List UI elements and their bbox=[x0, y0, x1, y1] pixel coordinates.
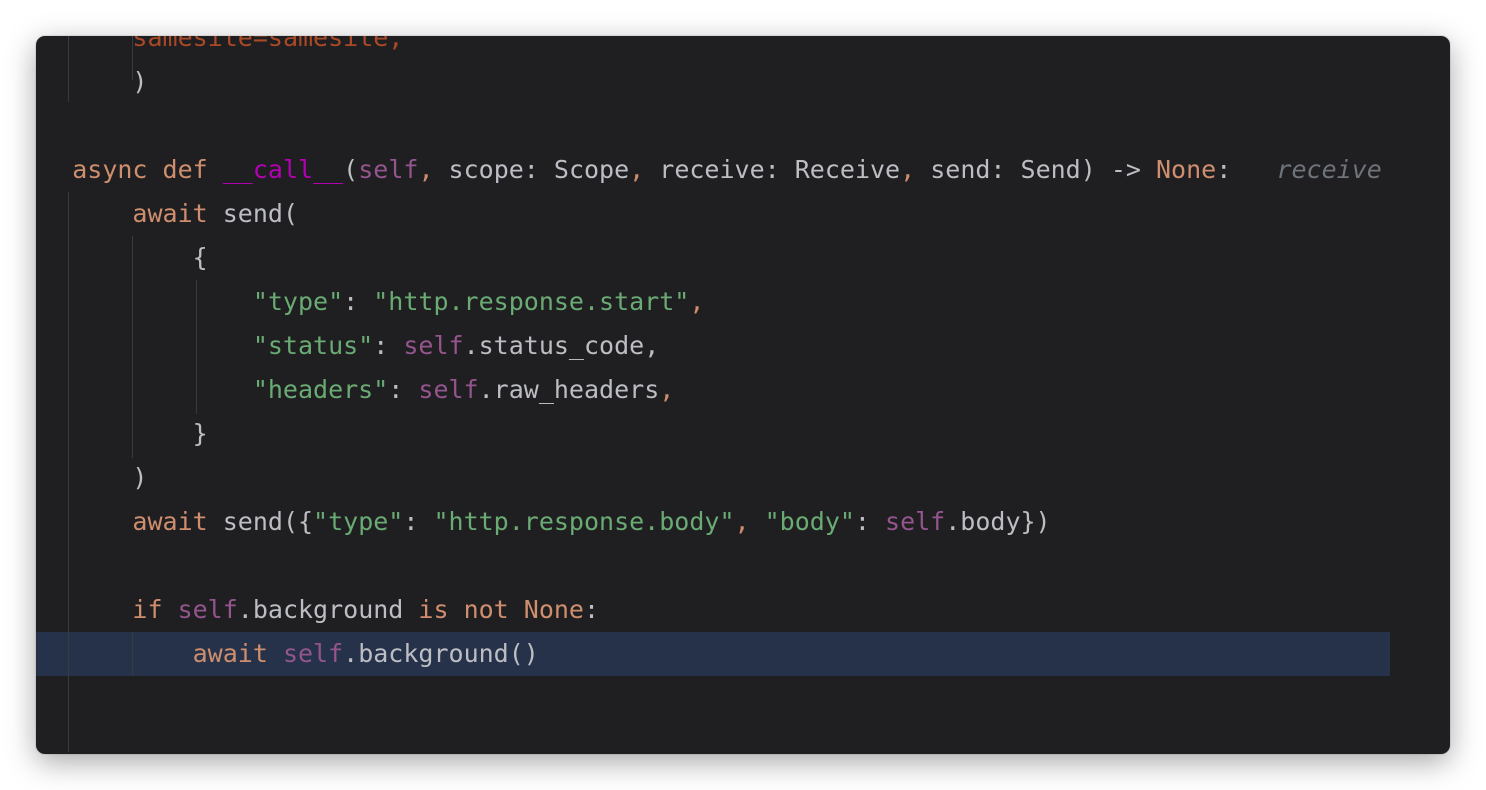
code-token: .status_code, bbox=[463, 331, 660, 360]
code-line[interactable]: samesite=samesite, bbox=[36, 36, 1390, 60]
code-token: , bbox=[734, 507, 765, 536]
code-token: "http.response.start" bbox=[373, 287, 690, 316]
code-token: , bbox=[689, 287, 705, 316]
code-editor-window: samesite=samesite, ) async def __call__(… bbox=[36, 36, 1450, 754]
code-token: : bbox=[343, 287, 374, 316]
code-token: , bbox=[418, 155, 449, 184]
code-token: send( bbox=[222, 199, 298, 228]
code-token: : bbox=[388, 375, 419, 404]
code-line[interactable]: { bbox=[36, 236, 1390, 280]
code-token: is not bbox=[418, 595, 524, 624]
code-token: self bbox=[177, 595, 238, 624]
indent-guide bbox=[196, 280, 197, 414]
code-token: async def bbox=[72, 155, 223, 184]
code-line[interactable]: } bbox=[36, 412, 1390, 456]
code-token: samesite bbox=[132, 36, 253, 52]
code-line[interactable] bbox=[36, 104, 1390, 148]
indent-guide bbox=[68, 36, 69, 102]
code-token: await bbox=[132, 507, 223, 536]
code-token: self bbox=[885, 507, 946, 536]
code-token: : bbox=[1216, 155, 1277, 184]
indent-guide bbox=[68, 192, 69, 752]
code-token: : bbox=[373, 331, 404, 360]
code-token: =samesite, bbox=[252, 36, 404, 52]
code-token: ) bbox=[132, 463, 148, 492]
code-token: self bbox=[418, 375, 479, 404]
code-token: .raw_headers bbox=[478, 375, 660, 404]
code-token: "status" bbox=[252, 331, 374, 360]
code-line[interactable]: async def __call__(self, scope: Scope, r… bbox=[36, 148, 1390, 192]
code-token: { bbox=[192, 243, 208, 272]
code-line[interactable]: await send({"type": "http.response.body"… bbox=[36, 500, 1390, 544]
code-token: send: Send) -> bbox=[930, 155, 1156, 184]
code-token: self bbox=[282, 639, 344, 668]
code-token: ) bbox=[132, 67, 148, 96]
code-token: None bbox=[1156, 155, 1217, 184]
indent-guide bbox=[132, 236, 133, 458]
code-line[interactable]: "type": "http.response.start", bbox=[36, 280, 1390, 324]
code-line[interactable] bbox=[36, 676, 1390, 720]
code-token: send({ bbox=[222, 507, 314, 536]
code-token: : bbox=[403, 507, 434, 536]
code-line[interactable] bbox=[36, 544, 1390, 588]
code-token: "type" bbox=[313, 507, 404, 536]
code-token: ( bbox=[343, 155, 359, 184]
code-token: None bbox=[523, 595, 584, 624]
code-token: : bbox=[584, 595, 600, 624]
code-token: receive bbox=[1276, 155, 1382, 184]
code-token: if bbox=[132, 595, 178, 624]
code-token: "body" bbox=[764, 507, 855, 536]
code-line[interactable]: "status": self.status_code, bbox=[36, 324, 1390, 368]
code-line[interactable]: ) bbox=[36, 456, 1390, 500]
code-token: self bbox=[358, 155, 419, 184]
code-token: await bbox=[132, 199, 223, 228]
code-token: , bbox=[629, 155, 660, 184]
code-token: .background bbox=[237, 595, 419, 624]
code-token: .background() bbox=[343, 639, 539, 668]
code-token: , bbox=[659, 375, 675, 404]
code-area[interactable]: samesite=samesite, ) async def __call__(… bbox=[36, 36, 1450, 754]
code-token: self bbox=[403, 331, 464, 360]
code-token: scope: Scope bbox=[448, 155, 630, 184]
code-token: } bbox=[192, 419, 208, 448]
code-token: await bbox=[192, 639, 283, 668]
code-token: __call__ bbox=[222, 155, 344, 184]
code-line[interactable]: "headers": self.raw_headers, bbox=[36, 368, 1390, 412]
code-token: "headers" bbox=[252, 375, 389, 404]
code-token: : bbox=[854, 507, 886, 536]
code-token: , bbox=[900, 155, 931, 184]
code-line[interactable]: ) bbox=[36, 60, 1390, 104]
indent-guide bbox=[132, 632, 133, 676]
code-line[interactable]: await send( bbox=[36, 192, 1390, 236]
code-token: receive: Receive bbox=[659, 155, 901, 184]
current-code-line[interactable]: await self.background() bbox=[36, 632, 1390, 676]
code-token: "http.response.body" bbox=[433, 507, 735, 536]
indent-guide bbox=[132, 36, 133, 80]
code-line[interactable]: if self.background is not None: bbox=[36, 588, 1390, 632]
code-token: "type" bbox=[252, 287, 344, 316]
code-token: .body}) bbox=[945, 507, 1051, 536]
